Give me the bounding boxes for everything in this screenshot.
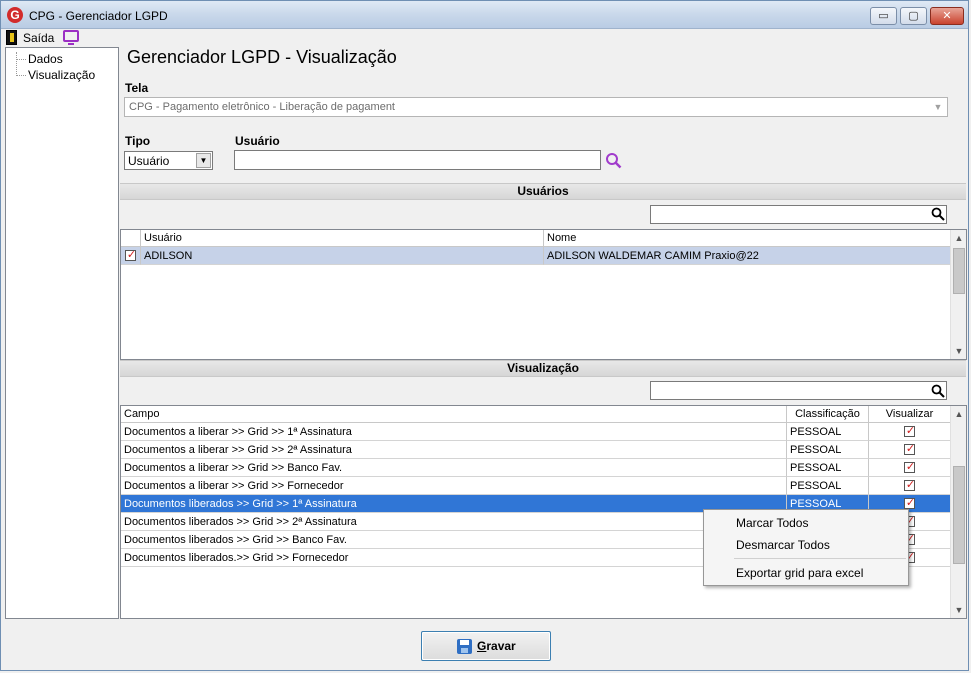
usuarios-grid: Usuário Nome ADILSON ADILSON WALDEMAR CA… — [120, 229, 967, 360]
menu-item-exportar-excel[interactable]: Exportar grid para excel — [736, 566, 863, 580]
tree-item-visualizacao[interactable]: Visualização — [28, 68, 95, 82]
cell-visualizar[interactable] — [869, 459, 951, 477]
visualizacao-scrollbar[interactable]: ▲ ▼ — [950, 406, 966, 618]
grid-header-visualizar[interactable]: Visualizar — [869, 406, 951, 423]
menu-item-desmarcar-todos[interactable]: Desmarcar Todos — [736, 538, 830, 552]
grid-header-classificacao[interactable]: Classificação — [787, 406, 869, 423]
tree-item-dados[interactable]: Dados — [28, 52, 63, 66]
tela-select: CPG - Pagamento eletrônico - Liberação d… — [124, 97, 948, 117]
cell-campo: Documentos liberados.>> Grid >> Forneced… — [121, 549, 787, 567]
save-label-rest: ravar — [486, 639, 516, 653]
cell-classificacao: PESSOAL — [787, 423, 869, 441]
tela-select-value: CPG - Pagamento eletrônico - Liberação d… — [129, 101, 395, 113]
scroll-up-icon[interactable]: ▲ — [951, 406, 966, 422]
row-checkbox-cell[interactable] — [121, 247, 141, 265]
menu-separator — [734, 558, 906, 559]
main-window: G CPG - Gerenciador LGPD ▭ ▢ ✕ Saída Dad… — [0, 0, 969, 671]
cell-campo: Documentos a liberar >> Grid >> Banco Fa… — [121, 459, 787, 477]
tipo-select-value: Usuário — [128, 154, 170, 168]
navigation-tree: Dados Visualização — [5, 47, 119, 619]
search-icon[interactable] — [931, 384, 945, 398]
checkbox-checked[interactable] — [904, 496, 916, 509]
table-row[interactable]: ADILSON ADILSON WALDEMAR CAMIM Praxio@22 — [121, 247, 951, 265]
table-row[interactable]: Documentos a liberar >> Grid >> 2ª Assin… — [121, 441, 951, 459]
grid-header-campo[interactable]: Campo — [121, 406, 787, 423]
save-button-label: Gravar — [477, 639, 516, 653]
exit-menu-label: Saída — [23, 31, 55, 45]
cell-campo: Documentos a liberar >> Grid >> 2ª Assin… — [121, 441, 787, 459]
chevron-down-icon: ▼ — [933, 102, 943, 112]
cell-campo: Documentos a liberar >> Grid >> Forneced… — [121, 477, 787, 495]
cell-classificacao: PESSOAL — [787, 441, 869, 459]
checkbox-checked[interactable] — [904, 460, 916, 473]
visualizacao-section-header: Visualização — [120, 360, 966, 377]
cell-visualizar[interactable] — [869, 423, 951, 441]
chevron-down-icon[interactable]: ▼ — [196, 153, 211, 168]
checkbox-checked[interactable] — [904, 424, 916, 437]
usuarios-section-header: Usuários — [120, 183, 966, 200]
cell-visualizar[interactable] — [869, 441, 951, 459]
scroll-thumb[interactable] — [953, 466, 965, 564]
title-bar: G CPG - Gerenciador LGPD ▭ ▢ ✕ — [1, 1, 968, 29]
usuarios-search-input[interactable] — [650, 205, 947, 224]
app-logo-icon: G — [7, 7, 23, 23]
menu-bar: Saída — [1, 29, 968, 47]
usuarios-scrollbar[interactable]: ▲ ▼ — [950, 230, 966, 359]
grid-header-nome[interactable]: Nome — [544, 230, 951, 247]
tipo-label: Tipo — [125, 134, 151, 148]
tela-label: Tela — [125, 81, 149, 95]
scroll-down-icon[interactable]: ▼ — [951, 602, 966, 618]
table-row[interactable]: Documentos a liberar >> Grid >> Forneced… — [121, 477, 951, 495]
close-button[interactable]: ✕ — [930, 7, 964, 25]
tree-connector — [16, 59, 26, 60]
table-row[interactable]: Documentos a liberar >> Grid >> Banco Fa… — [121, 459, 951, 477]
scroll-thumb[interactable] — [953, 248, 965, 294]
menu-item-marcar-todos[interactable]: Marcar Todos — [736, 516, 808, 530]
cell-campo: Documentos liberados >> Grid >> 2ª Assin… — [121, 513, 787, 531]
cell-campo: Documentos liberados >> Grid >> Banco Fa… — [121, 531, 787, 549]
context-menu: Marcar Todos Desmarcar Todos Exportar gr… — [703, 509, 909, 586]
usuario-input[interactable] — [234, 150, 601, 170]
usuario-label: Usuário — [235, 134, 280, 148]
monitor-icon[interactable] — [63, 30, 79, 45]
window-title: CPG - Gerenciador LGPD — [29, 9, 168, 23]
cell-usuario: ADILSON — [141, 247, 544, 265]
checkbox-checked[interactable] — [904, 478, 916, 491]
save-disk-icon — [457, 639, 472, 654]
tipo-select[interactable]: Usuário ▼ — [124, 151, 213, 170]
checkbox-checked[interactable] — [125, 248, 137, 261]
save-button[interactable]: Gravar — [421, 631, 551, 661]
search-icon[interactable] — [931, 207, 945, 221]
cell-classificacao: PESSOAL — [787, 459, 869, 477]
save-label-mnemonic: G — [477, 639, 487, 653]
cell-campo: Documentos a liberar >> Grid >> 1ª Assin… — [121, 423, 787, 441]
scroll-up-icon[interactable]: ▲ — [951, 230, 966, 246]
page-title: Gerenciador LGPD - Visualização — [127, 47, 397, 67]
search-icon[interactable] — [605, 152, 622, 169]
checkbox-checked[interactable] — [904, 442, 916, 455]
scroll-down-icon[interactable]: ▼ — [951, 343, 966, 359]
minimize-button[interactable]: ▭ — [870, 7, 897, 25]
tree-connector — [16, 75, 26, 76]
tree-connector — [16, 52, 17, 76]
cell-classificacao: PESSOAL — [787, 477, 869, 495]
cell-visualizar[interactable] — [869, 477, 951, 495]
cell-campo: Documentos liberados >> Grid >> 1ª Assin… — [121, 495, 787, 513]
exit-door-icon — [6, 30, 17, 45]
table-row[interactable]: Documentos a liberar >> Grid >> 1ª Assin… — [121, 423, 951, 441]
maximize-button[interactable]: ▢ — [900, 7, 927, 25]
cell-nome: ADILSON WALDEMAR CAMIM Praxio@22 — [544, 247, 951, 265]
grid-header-check — [121, 230, 141, 247]
grid-header-usuario[interactable]: Usuário — [141, 230, 544, 247]
visualizacao-search-input[interactable] — [650, 381, 947, 400]
